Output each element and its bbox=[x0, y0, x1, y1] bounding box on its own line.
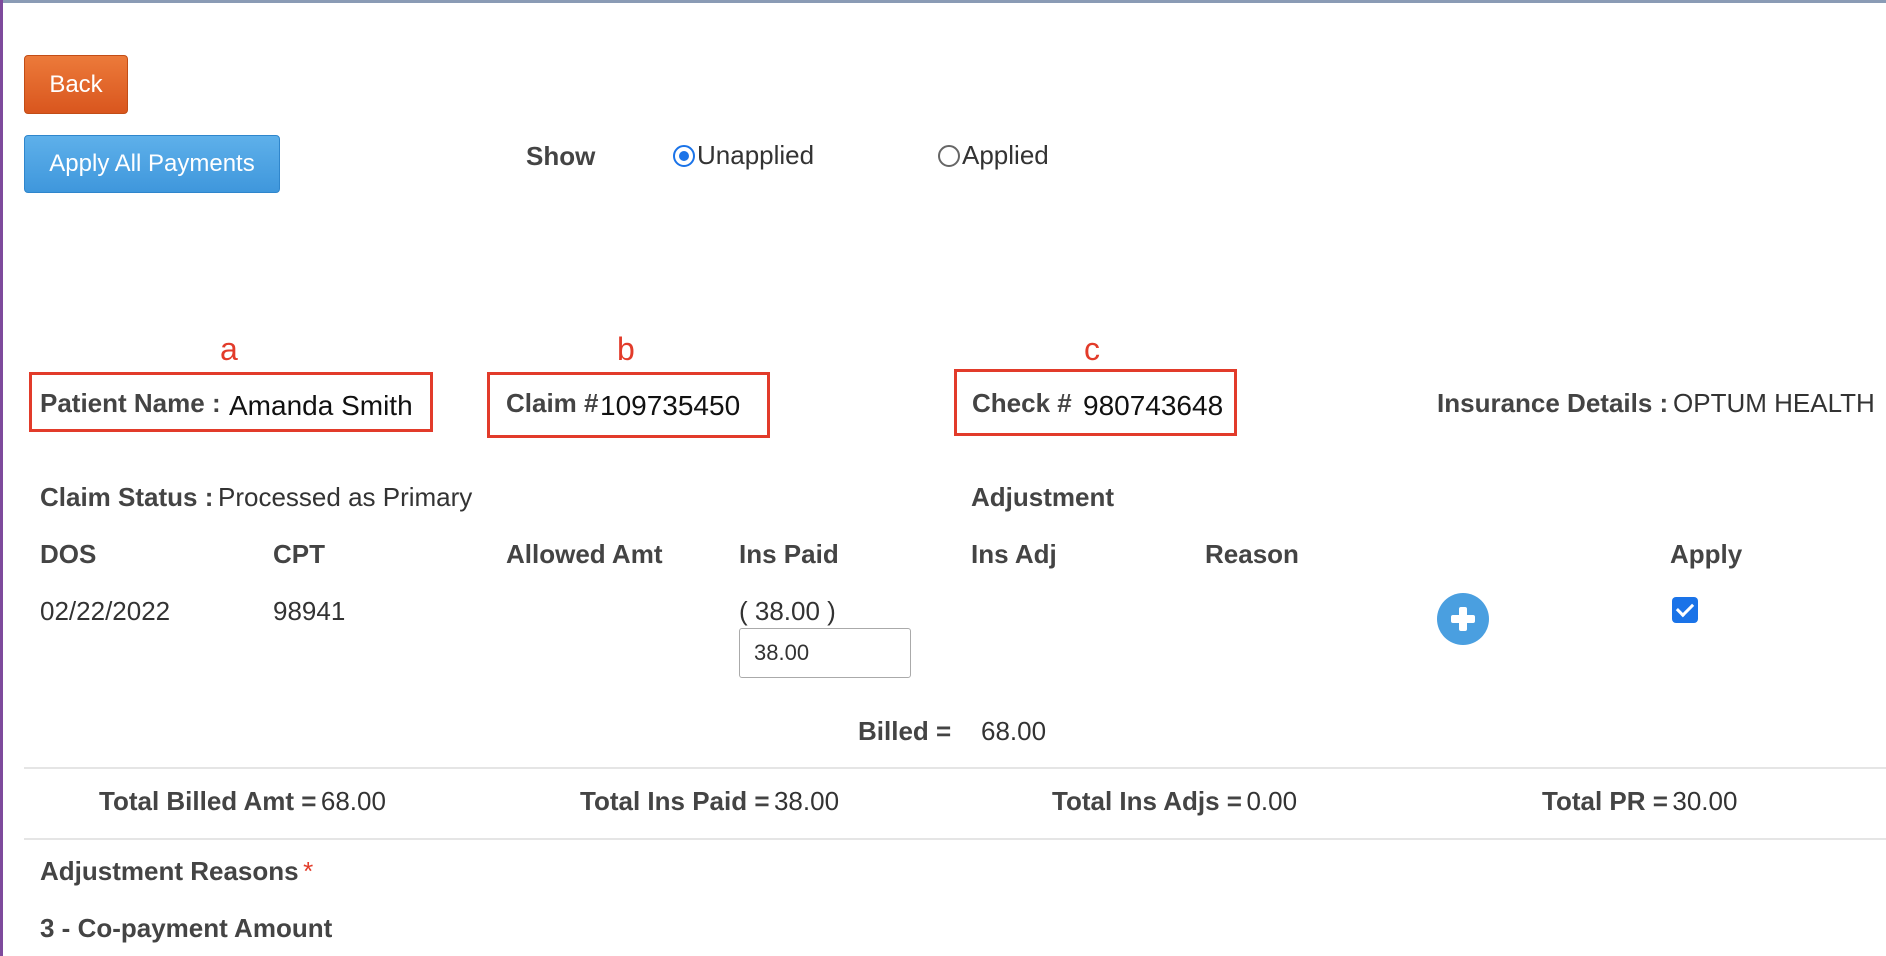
total-ins-adjs-label: Total Ins Adjs = bbox=[1052, 786, 1242, 816]
total-pr-label: Total PR = bbox=[1542, 786, 1668, 816]
total-ins-paid-label: Total Ins Paid = bbox=[580, 786, 770, 816]
divider-bottom bbox=[24, 838, 1886, 840]
total-billed-value: 68.00 bbox=[320, 786, 386, 816]
apply-all-payments-button[interactable]: Apply All Payments bbox=[24, 135, 280, 193]
add-adjustment-plus-icon[interactable] bbox=[1437, 593, 1489, 645]
back-button[interactable]: Back bbox=[24, 55, 128, 114]
claim-status-value: Processed as Primary bbox=[218, 482, 473, 512]
total-ins-paid-value: 38.00 bbox=[773, 786, 840, 816]
column-header-reason: Reason bbox=[1205, 539, 1299, 569]
required-asterisk: * bbox=[303, 856, 314, 886]
total-ins-adjs-value: 0.00 bbox=[1246, 786, 1298, 816]
patient-name-value: Amanda Smith bbox=[229, 390, 413, 421]
billed-value: 68.00 bbox=[981, 716, 1047, 746]
patient-name-label: Patient Name : bbox=[40, 388, 221, 418]
check-number-value: 980743648 bbox=[1083, 390, 1224, 421]
applied-radio[interactable] bbox=[938, 145, 960, 167]
row-ins-paid-display: ( 38.00 ) bbox=[739, 596, 836, 626]
total-billed: Total Billed Amt = 68.00 bbox=[99, 786, 386, 817]
annotation-a: a bbox=[220, 331, 238, 367]
unapplied-radio-label[interactable]: Unapplied bbox=[697, 140, 814, 171]
column-header-dos: DOS bbox=[40, 539, 97, 569]
column-header-ins-adj: Ins Adj bbox=[971, 539, 1057, 569]
window-left-border bbox=[0, 0, 3, 956]
applied-radio-label[interactable]: Applied bbox=[962, 140, 1049, 171]
column-header-ins-paid: Ins Paid bbox=[739, 539, 839, 569]
column-header-apply: Apply bbox=[1670, 539, 1743, 569]
window-top-border bbox=[0, 0, 1886, 3]
ins-paid-input[interactable]: 38.00 bbox=[739, 628, 911, 678]
total-billed-label: Total Billed Amt = bbox=[99, 786, 317, 816]
column-header-allowed-amt: Allowed Amt bbox=[506, 539, 663, 569]
apply-checkbox[interactable] bbox=[1672, 597, 1698, 623]
adjustment-reasons-label: Adjustment Reasons bbox=[40, 856, 299, 886]
total-ins-paid: Total Ins Paid = 38.00 bbox=[580, 786, 839, 817]
total-pr: Total PR = 30.00 bbox=[1542, 786, 1737, 817]
show-label: Show bbox=[526, 141, 596, 171]
claim-status-label: Claim Status : bbox=[40, 482, 214, 512]
adjustment-reasons-heading: Adjustment Reasons * bbox=[40, 856, 313, 887]
column-header-cpt: CPT bbox=[273, 539, 325, 569]
divider-top bbox=[24, 767, 1886, 769]
claim-number-value: 109735450 bbox=[600, 390, 741, 421]
claim-number-label: Claim # bbox=[506, 388, 599, 418]
row-dos: 02/22/2022 bbox=[40, 596, 171, 626]
adjustment-reason-item: 3 - Co-payment Amount bbox=[40, 913, 333, 943]
insurance-details-label: Insurance Details : bbox=[1437, 388, 1669, 418]
insurance-details-value: OPTUM HEALTH bbox=[1673, 388, 1875, 418]
check-number-label: Check # bbox=[972, 388, 1072, 418]
unapplied-radio[interactable] bbox=[673, 145, 695, 167]
row-cpt: 98941 bbox=[273, 596, 346, 626]
total-pr-value: 30.00 bbox=[1672, 786, 1738, 816]
adjustment-header: Adjustment bbox=[971, 482, 1114, 512]
annotation-b: b bbox=[617, 331, 635, 367]
total-ins-adjs: Total Ins Adjs = 0.00 bbox=[1052, 786, 1297, 817]
annotation-c: c bbox=[1084, 331, 1100, 367]
billed-label: Billed = bbox=[858, 716, 952, 746]
